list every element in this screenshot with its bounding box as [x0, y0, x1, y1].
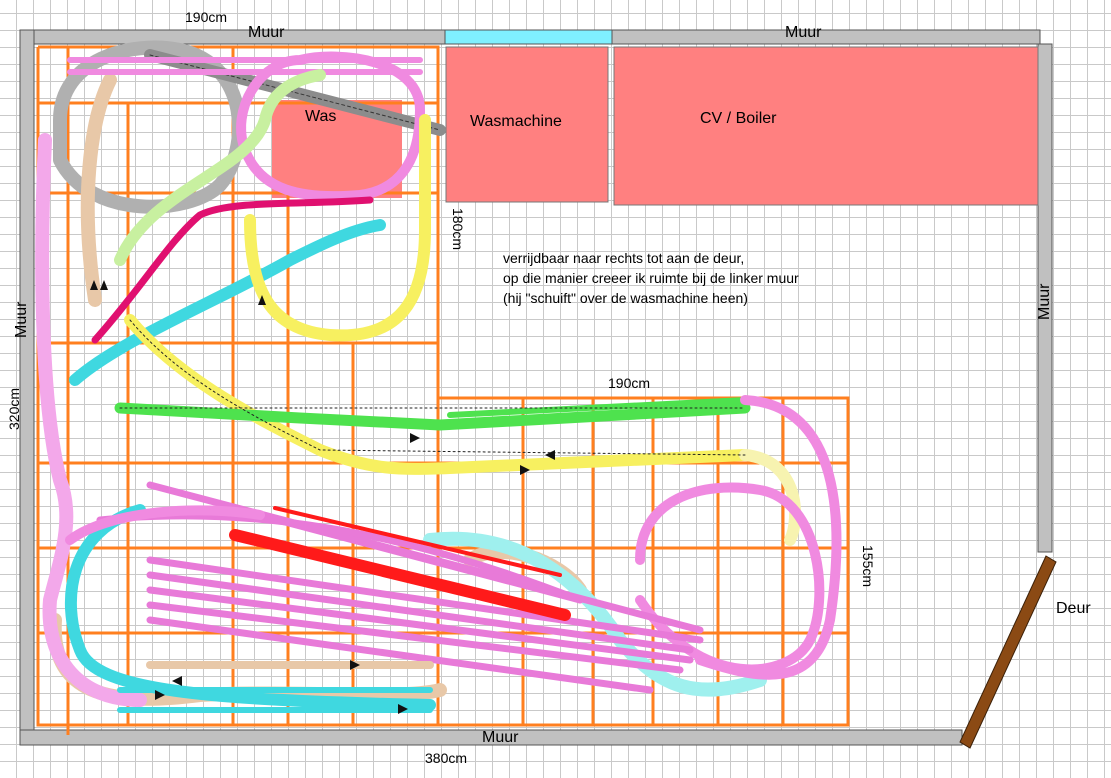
boiler-label: CV / Boiler: [700, 110, 777, 127]
bottom-dimension-label: 380cm: [425, 750, 468, 766]
door-panel: [959, 555, 1057, 749]
wall-left-label: Muur: [13, 301, 30, 338]
note-line-3: (hij "schuift" over de wasmachine heen): [503, 290, 748, 306]
wall-right-label: Muur: [1036, 283, 1053, 320]
layout-note: verrijdbaar naar rechts tot aan de deur,…: [503, 248, 799, 308]
track-green: [114, 402, 751, 431]
wall-left: [19, 29, 35, 746]
mid-horizontal-dimension-label: 190cm: [608, 375, 651, 391]
wall-top-left-label: Muur: [248, 24, 285, 41]
boiler-block: [613, 46, 1039, 206]
top-dimension-label: 190cm: [185, 9, 228, 25]
note-line-2: op die manier creeer ik ruimte bij de li…: [503, 270, 799, 286]
washer-left-label: Was: [305, 108, 337, 125]
washer-label: Wasmachine: [470, 113, 562, 130]
door-label: Deur: [1056, 600, 1091, 617]
wall-top-left: [19, 29, 446, 45]
window-top: [444, 29, 613, 45]
left-dimension-label: 320cm: [6, 387, 22, 430]
wall-top-right: [611, 29, 1041, 45]
note-line-1: verrijdbaar naar rechts tot aan de deur,: [503, 250, 745, 266]
track-yard: [96, 481, 704, 694]
right-dimension-label: 155cm: [860, 545, 876, 588]
mid-vertical-dimension-label: 180cm: [450, 208, 466, 251]
wall-top-right-label: Muur: [785, 24, 822, 41]
wall-bottom-label: Muur: [482, 729, 519, 746]
